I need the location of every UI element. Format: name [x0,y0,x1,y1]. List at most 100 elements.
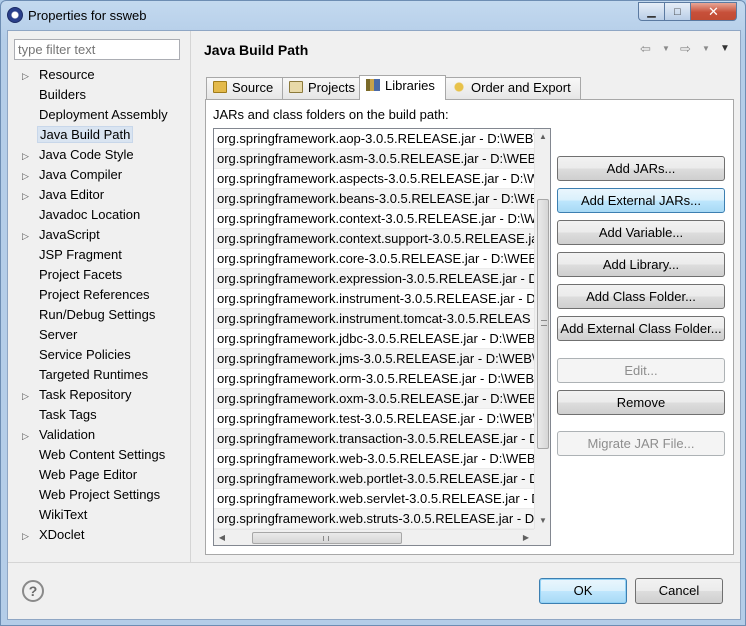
add-library-button[interactable]: Add Library... [557,252,725,277]
nav-item-resource[interactable]: ▷ Resource [22,65,97,84]
nav-item-java-compiler[interactable]: ▷ Java Compiler [22,165,124,184]
nav-item-wikitext[interactable]: WikiText [22,505,89,524]
nav-item-java-build-path[interactable]: Java Build Path [22,125,134,144]
scroll-right-icon[interactable]: ▶ [518,530,534,545]
nav-item-targeted-runtimes[interactable]: Targeted Runtimes [22,365,150,384]
nav-item-web-content-settings[interactable]: Web Content Settings [22,445,167,464]
jar-list-item[interactable]: org.springframework.instrument-3.0.5.REL… [214,289,534,309]
back-dropdown-icon[interactable]: ▼ [662,44,670,53]
jar-list-item[interactable]: org.springframework.web.struts-3.0.5.REL… [214,509,534,529]
migrate-jar-button[interactable]: Migrate JAR File... [557,431,725,456]
tab-order-and-export[interactable]: Order and Export [445,77,581,99]
jar-list-item[interactable]: org.springframework.asm-3.0.5.RELEASE.ja… [214,149,534,169]
nav-item-javascript[interactable]: ▷ JavaScript [22,225,102,244]
edit-button[interactable]: Edit... [557,358,725,383]
nav-item-builders[interactable]: Builders [22,85,88,104]
nav-item-label: Javadoc Location [39,207,141,222]
nav-item-java-editor[interactable]: ▷ Java Editor [22,185,106,204]
nav-item-project-facets[interactable]: Project Facets [22,265,124,284]
jar-list-item[interactable]: org.springframework.instrument.tomcat-3.… [214,309,534,329]
add-class-folder-button[interactable]: Add Class Folder... [557,284,725,309]
tab-projects[interactable]: Projects [282,77,360,99]
expand-arrow-icon[interactable]: ▷ [22,387,37,406]
history-nav: ⇦ ▼ ⇨ ▼ ▼ [636,41,734,59]
jar-list[interactable]: org.springframework.aop-3.0.5.RELEASE.ja… [213,128,551,546]
jar-list-item[interactable]: org.springframework.web.portlet-3.0.5.RE… [214,469,534,489]
jar-list-item[interactable]: org.springframework.context.support-3.0.… [214,229,534,249]
project-folder-icon [289,81,303,93]
filter-input[interactable] [14,39,180,60]
scroll-grip [541,320,547,326]
expand-arrow-icon[interactable]: ▷ [22,187,37,206]
nav-item-label: Resource [39,67,95,82]
jar-list-item[interactable]: org.springframework.jms-3.0.5.RELEASE.ja… [214,349,534,369]
eclipse-icon [7,7,23,23]
maximize-button[interactable]: □ [664,2,691,21]
jar-list-item[interactable]: org.springframework.beans-3.0.5.RELEASE.… [214,189,534,209]
jar-list-item[interactable]: org.springframework.jdbc-3.0.5.RELEASE.j… [214,329,534,349]
vertical-scroll-thumb[interactable] [537,199,549,449]
nav-item-web-project-settings[interactable]: Web Project Settings [22,485,162,504]
jar-list-item[interactable]: org.springframework.oxm-3.0.5.RELEASE.ja… [214,389,534,409]
jar-list-item[interactable]: org.springframework.transaction-3.0.5.RE… [214,429,534,449]
horizontal-scrollbar[interactable]: ◀ ▶ [214,529,534,545]
nav-item-xdoclet[interactable]: ▷ XDoclet [22,525,87,544]
close-button[interactable]: ✕ [690,2,737,21]
expand-arrow-icon[interactable]: ▷ [22,167,37,186]
jar-list-item[interactable]: org.springframework.expression-3.0.5.REL… [214,269,534,289]
back-arrow-icon[interactable]: ⇦ [640,41,651,57]
jar-list-item[interactable]: org.springframework.test-3.0.5.RELEASE.j… [214,409,534,429]
view-menu-icon[interactable]: ▼ [720,43,730,54]
remove-button[interactable]: Remove [557,390,725,415]
add-external-jars-button[interactable]: Add External JARs... [557,188,725,213]
nav-item-label: Server [39,327,78,342]
scroll-left-icon[interactable]: ◀ [214,530,230,545]
list-label: JARs and class folders on the build path… [213,107,449,122]
nav-item-validation[interactable]: ▷ Validation [22,425,97,444]
nav-item-server[interactable]: Server [22,325,79,344]
add-jars-button[interactable]: Add JARs... [557,156,725,181]
nav-item-label: Task Repository [39,387,132,402]
scroll-down-icon[interactable]: ▼ [535,513,550,529]
nav-item-label: Web Content Settings [39,447,166,462]
cancel-button[interactable]: Cancel [635,578,723,604]
minimize-button[interactable]: ▁ [638,2,665,21]
nav-item-task-tags[interactable]: Task Tags [22,405,99,424]
title-bar[interactable]: Properties for ssweb ▁ □ ✕ [1,1,745,31]
horizontal-scroll-thumb[interactable] [252,532,402,544]
dialog-client: ▷ResourceBuildersDeployment AssemblyJava… [7,30,741,620]
nav-item-javadoc-location[interactable]: Javadoc Location [22,205,142,224]
vertical-scrollbar[interactable]: ▲ ▼ [534,129,550,529]
jar-list-item[interactable]: org.springframework.aop-3.0.5.RELEASE.ja… [214,129,534,149]
expand-arrow-icon[interactable]: ▷ [22,227,37,246]
help-icon[interactable]: ? [22,580,44,602]
vertical-divider [190,31,191,562]
forward-arrow-icon[interactable]: ⇨ [680,41,691,57]
nav-item-deployment-assembly[interactable]: Deployment Assembly [22,105,170,124]
expand-arrow-icon[interactable]: ▷ [22,427,37,446]
nav-item-web-page-editor[interactable]: Web Page Editor [22,465,139,484]
scroll-up-icon[interactable]: ▲ [535,129,550,145]
forward-dropdown-icon[interactable]: ▼ [702,44,710,53]
ok-button[interactable]: OK [539,578,627,604]
jar-list-item[interactable]: org.springframework.context-3.0.5.RELEAS… [214,209,534,229]
nav-item-java-code-style[interactable]: ▷ Java Code Style [22,145,136,164]
expand-arrow-icon[interactable]: ▷ [22,67,37,86]
jar-list-item[interactable]: org.springframework.web.servlet-3.0.5.RE… [214,489,534,509]
page-title: Java Build Path [204,42,309,58]
expand-arrow-icon[interactable]: ▷ [22,527,37,546]
expand-arrow-icon[interactable]: ▷ [22,147,37,166]
jar-list-item[interactable]: org.springframework.aspects-3.0.5.RELEAS… [214,169,534,189]
nav-item-task-repository[interactable]: ▷ Task Repository [22,385,133,404]
tab-libraries[interactable]: Libraries [359,75,446,100]
nav-item-jsp-fragment[interactable]: JSP Fragment [22,245,124,264]
add-variable-button[interactable]: Add Variable... [557,220,725,245]
nav-item-service-policies[interactable]: Service Policies [22,345,133,364]
nav-item-run-debug-settings[interactable]: Run/Debug Settings [22,305,157,324]
jar-list-item[interactable]: org.springframework.web-3.0.5.RELEASE.ja… [214,449,534,469]
nav-item-project-references[interactable]: Project References [22,285,152,304]
jar-list-item[interactable]: org.springframework.core-3.0.5.RELEASE.j… [214,249,534,269]
jar-list-item[interactable]: org.springframework.orm-3.0.5.RELEASE.ja… [214,369,534,389]
add-external-class-folder-button[interactable]: Add External Class Folder... [557,316,725,341]
tab-source[interactable]: Source [206,77,283,99]
